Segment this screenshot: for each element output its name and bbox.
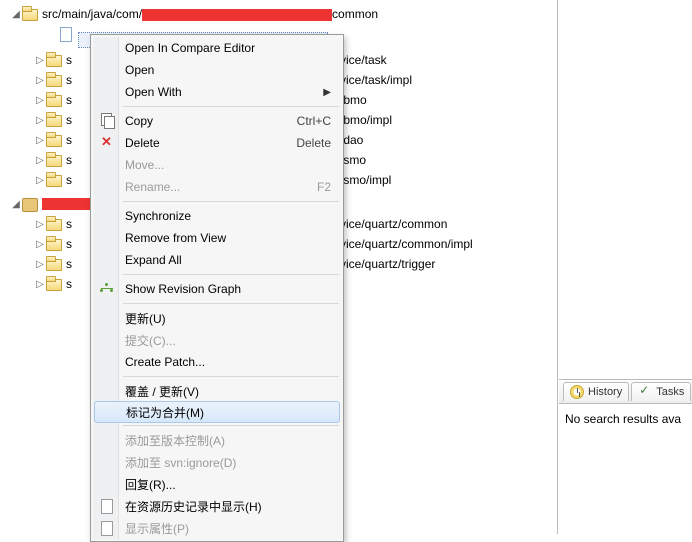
file-icon [58,26,74,42]
tab-label: Tasks [656,386,684,398]
project-icon [22,196,38,212]
menu-show-properties: 显示属性(P) [93,517,341,539]
package-icon [46,92,62,108]
menu-add-version-control: 添加至版本控制(A) [93,429,341,451]
menu-expand-all[interactable]: Expand All [93,249,341,271]
delete-icon [99,135,115,151]
menu-move: Move... [93,154,341,176]
menu-delete[interactable]: DeleteDelete [93,132,341,154]
bottom-tabs[interactable]: History Tasks [559,380,692,404]
expand-icon[interactable]: ▷ [34,115,46,126]
package-icon [46,72,62,88]
context-menu: Open In Compare Editor Open Open With▶ C… [90,34,344,542]
menu-commit: 提交(C)... [93,329,341,351]
menu-synchronize[interactable]: Synchronize [93,205,341,227]
package-icon [22,6,38,22]
menu-separator [123,201,339,202]
expand-icon[interactable]: ▷ [34,95,46,106]
tab-label: History [588,386,622,398]
expand-icon[interactable]: ▷ [34,135,46,146]
tasks-icon [638,385,652,399]
expand-icon[interactable]: ▷ [34,55,46,66]
menu-separator [123,425,339,426]
menu-separator [123,303,339,304]
package-icon [46,256,62,272]
menu-open[interactable]: Open [93,59,341,81]
menu-show-revision-graph[interactable]: Show Revision Graph [93,278,341,300]
package-icon [46,52,62,68]
right-empty-area [559,0,692,380]
expand-icon[interactable]: ▷ [34,259,46,270]
search-results-message: No search results ava [559,404,692,434]
menu-override-update[interactable]: 覆盖 / 更新(V) [93,380,341,402]
package-explorer[interactable]: ◢ src/main/java/com/common ▷svice/task▷s… [0,0,558,534]
package-icon [46,236,62,252]
package-icon [46,216,62,232]
copy-icon [99,113,115,129]
menu-create-patch[interactable]: Create Patch... [93,351,341,373]
expand-icon[interactable]: ▷ [34,239,46,250]
tree-root-row[interactable]: ◢ src/main/java/com/common [0,4,557,24]
menu-open-with[interactable]: Open With▶ [93,81,341,103]
package-icon [46,112,62,128]
menu-open-compare[interactable]: Open In Compare Editor [93,37,341,59]
graph-icon [99,281,115,297]
shortcut-label: Ctrl+C [297,114,331,128]
menu-copy[interactable]: CopyCtrl+C [93,110,341,132]
history-icon [570,385,584,399]
tab-history[interactable]: History [563,382,629,401]
menu-separator [123,376,339,377]
tab-tasks[interactable]: Tasks [631,382,691,401]
shortcut-label: F2 [317,180,331,194]
collapse-icon[interactable]: ◢ [10,9,22,20]
submenu-arrow-icon: ▶ [323,87,331,98]
menu-rename: Rename...F2 [93,176,341,198]
menu-separator [123,274,339,275]
menu-update[interactable]: 更新(U) [93,307,341,329]
expand-icon[interactable]: ▷ [34,155,46,166]
package-icon [46,132,62,148]
history-file-icon [99,498,115,514]
package-icon [46,152,62,168]
menu-separator [123,106,339,107]
expand-icon[interactable]: ▷ [34,219,46,230]
menu-show-in-history[interactable]: 在资源历史记录中显示(H) [93,495,341,517]
tree-item-label: s [66,277,72,291]
menu-revert[interactable]: 回复(R)... [93,473,341,495]
menu-mark-merged[interactable]: 标记为合并(M) [94,401,340,423]
expand-icon[interactable]: ▷ [34,75,46,86]
tree-root-label: src/main/java/com/common [42,7,378,21]
collapse-icon[interactable]: ◢ [10,199,22,210]
shortcut-label: Delete [296,136,331,150]
package-icon [46,276,62,292]
menu-add-svn-ignore: 添加至 svn:ignore(D) [93,451,341,473]
right-panel: History Tasks No search results ava [559,0,692,534]
expand-icon[interactable]: ▷ [34,175,46,186]
package-icon [46,172,62,188]
menu-remove-from-view[interactable]: Remove from View [93,227,341,249]
expand-icon[interactable]: ▷ [34,279,46,290]
